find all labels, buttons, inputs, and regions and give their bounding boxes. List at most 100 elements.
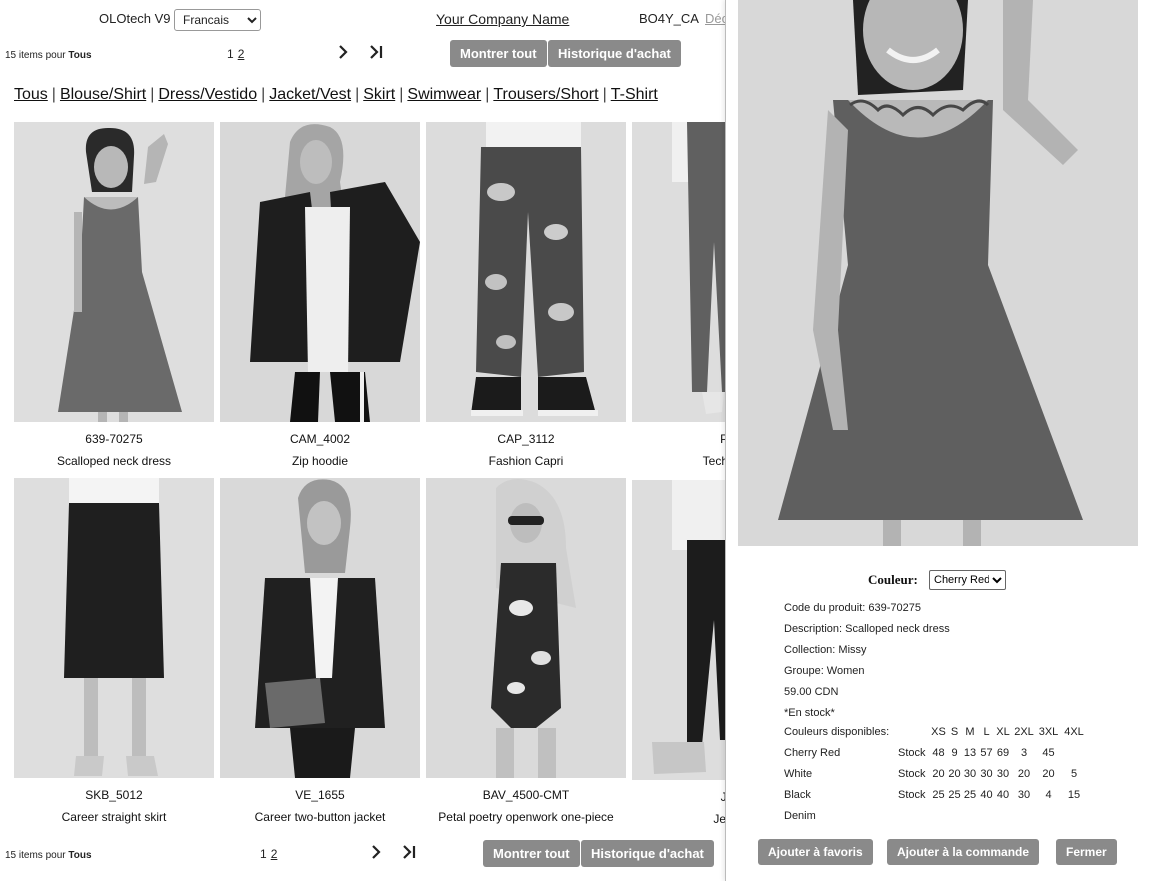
product-photo[interactable] [220,122,420,422]
stock-value: 30 [963,768,977,780]
items-count-filter: Tous [68,850,92,861]
product-description: Career two-button jacket [254,810,386,824]
category-link-t-shirt[interactable]: T-Shirt [611,86,658,103]
category-link-trousers-short[interactable]: Trousers/Short [493,86,598,103]
product-card[interactable]: SKB_5012 Career straight skirt [14,478,214,824]
product-code[interactable]: JEH [632,790,725,804]
current-page: 1 [227,47,234,61]
product-card[interactable]: PAC Techno cre [632,122,725,468]
product-code[interactable]: 639-70275 [14,432,214,446]
show-all-button-bottom[interactable]: Montrer tout [483,840,580,867]
product-card[interactable]: JEH Jean S [632,480,725,826]
next-page-icon[interactable] [370,845,382,859]
product-description: Fashion Capri [488,454,564,468]
product-description: Scalloped neck dress [56,454,172,468]
category-link-dress[interactable]: Dress/Vestido [158,86,257,103]
stock-value: 30 [996,768,1010,780]
size-header: M [965,726,975,738]
category-link-jacket-vest[interactable]: Jacket/Vest [269,86,351,103]
product-card[interactable]: BAV_4500-CMT Petal poetry openwork one-p… [426,478,626,824]
product-card[interactable]: VE_1655 Career two-button jacket [220,478,420,824]
stock-value: 4 [1045,789,1052,801]
category-separator: | [485,86,490,103]
next-page-icon[interactable] [337,45,349,59]
product-photo[interactable] [632,480,725,780]
product-card[interactable]: 639-70275 Scalloped neck dress [14,122,214,468]
stock-row-cherry-red: Cherry Red Stock 48 9 13 57 69 3 45 [784,747,1087,768]
product-description: Jean S [713,812,725,826]
items-count-filter: Tous [68,50,92,61]
category-link-skirt[interactable]: Skirt [363,86,395,103]
product-photo[interactable] [426,122,626,422]
show-all-button[interactable]: Montrer tout [450,40,547,67]
stock-value: 25 [948,789,961,801]
company-link[interactable]: Your Company Name [436,11,569,27]
product-code[interactable]: SKB_5012 [14,788,214,802]
pagination: 12 [227,47,244,61]
category-separator: | [261,86,266,103]
product-description: Career straight skirt [61,810,167,824]
add-to-order-button[interactable]: Ajouter à la commande [887,839,1040,865]
close-button[interactable]: Fermer [1056,839,1117,865]
category-link-tous[interactable]: Tous [14,86,48,103]
stock-value: 13 [963,747,977,759]
category-link-blouse-shirt[interactable]: Blouse/Shirt [60,86,146,103]
stock-value [1061,747,1087,768]
stock-value: 20 [1042,768,1055,780]
product-code[interactable]: CAM_4002 [220,432,420,446]
product-code[interactable]: PAC [632,432,725,446]
stock-value: 25 [932,789,945,801]
page-link-2[interactable]: 2 [271,847,278,861]
product-photo[interactable] [426,478,626,778]
purchase-history-button[interactable]: Historique d'achat [548,40,681,67]
product-photo[interactable] [14,122,214,422]
color-label: Couleur: [868,572,918,587]
product-code[interactable]: CAP_3112 [426,432,626,446]
product-photo[interactable] [632,122,725,422]
category-separator: | [602,86,607,103]
language-select[interactable]: Francais [174,9,261,31]
items-count: 15 items pour Tous [5,50,92,61]
page-link-2[interactable]: 2 [238,47,245,61]
product-description: Techno cre [702,454,725,468]
stock-table: Couleurs disponibles: XS S M L XL 2XL 3X… [784,726,1087,831]
items-count-text: items pour [18,50,66,61]
collection-line: Collection: Missy [784,644,867,656]
stock-label: Stock [898,747,926,759]
purchase-history-button-bottom[interactable]: Historique d'achat [581,840,714,867]
product-card[interactable]: CAM_4002 Zip hoodie [220,122,420,468]
stock-value: 45 [1042,747,1055,759]
last-page-icon[interactable] [402,845,416,859]
category-link-swimwear[interactable]: Swimwear [407,86,481,103]
current-page: 1 [260,847,267,861]
product-card[interactable]: CAP_3112 Fashion Capri [426,122,626,468]
product-detail-panel: Couleur: Cherry Red Code du produit: 639… [725,0,1151,881]
size-header: 3XL [1038,726,1059,738]
stock-value: 57 [980,747,993,759]
size-header: S [950,726,959,738]
stock-value: 40 [980,789,993,801]
last-page-icon[interactable] [369,45,383,59]
price-line: 59.00 CDN [784,686,839,698]
items-count-number: 15 [5,50,17,61]
in-stock-line: *En stock* [784,707,835,719]
category-separator: | [150,86,155,103]
category-separator: | [51,86,56,103]
add-to-favorites-button[interactable]: Ajouter à favoris [758,839,873,865]
product-photo[interactable] [14,478,214,778]
color-select[interactable]: Cherry Red [929,570,1006,590]
product-code-line: Code du produit: 639-70275 [784,602,921,614]
size-header: XL [996,726,1010,738]
size-header: XS [931,726,946,738]
product-code[interactable]: BAV_4500-CMT [426,788,626,802]
category-separator: | [355,86,360,103]
product-grid: 639-70275 Scalloped neck dress CAM_4002 … [14,122,725,837]
app-title: OLOtech V9 [99,11,171,26]
colors-available-label: Couleurs disponibles: [784,726,890,738]
product-code[interactable]: VE_1655 [220,788,420,802]
product-photo[interactable] [220,478,420,778]
stock-value: 30 [980,768,993,780]
items-count-text: items pour [18,850,66,861]
group-line: Groupe: Women [784,665,865,677]
size-header: L [983,726,990,738]
